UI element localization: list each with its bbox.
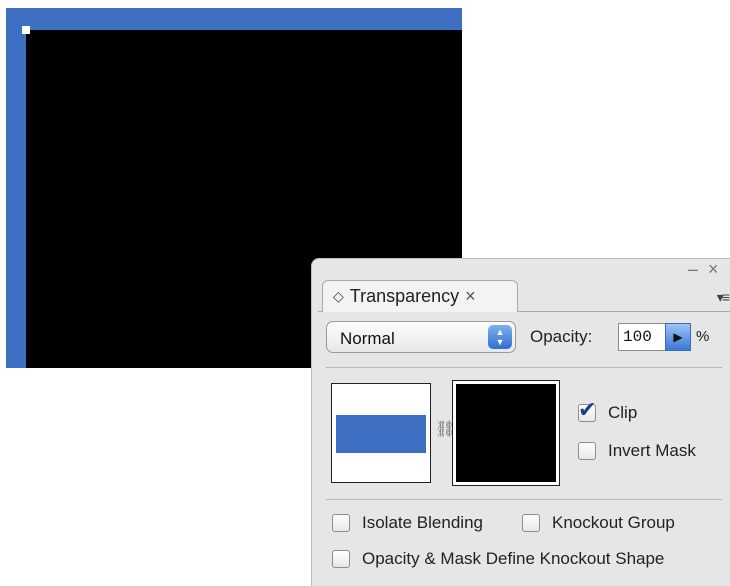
play-arrow-icon: ▶ [673, 330, 683, 344]
invert-mask-label: Invert Mask [608, 441, 696, 460]
invert-mask-row[interactable]: Invert Mask [578, 441, 696, 461]
clip-row[interactable]: Clip [578, 397, 638, 423]
panel-menu-icon[interactable]: ▾≡ [717, 289, 730, 306]
knockout-group-label: Knockout Group [552, 513, 675, 532]
knockout-group-checkbox[interactable] [522, 514, 540, 532]
panel-window-controls: – × [688, 259, 728, 279]
object-thumbnail[interactable] [331, 383, 431, 483]
opacity-input[interactable]: 100 [618, 323, 666, 351]
blend-mode-value: Normal [340, 329, 395, 348]
clip-label: Clip [608, 403, 638, 422]
clip-checkbox[interactable] [578, 397, 596, 423]
transparency-panel: – × ◇ Transparency × ▾≡ Normal ▲ ▼ Opacit… [311, 258, 730, 586]
blend-mode-select[interactable]: Normal ▲ ▼ [326, 321, 516, 353]
opacity-mask-knockout-label: Opacity & Mask Define Knockout Shape [362, 549, 665, 568]
opacity-label: Opacity: [530, 327, 593, 346]
isolate-blending-checkbox[interactable] [332, 514, 350, 532]
collapse-arrows-icon[interactable]: ◇ [333, 288, 344, 305]
chevron-up-down-icon[interactable]: ▲ ▼ [488, 325, 512, 349]
divider [326, 367, 722, 368]
object-thumbnail-art [336, 415, 426, 453]
knockout-group-row[interactable]: Knockout Group [522, 513, 675, 533]
mask-thumbnail[interactable] [452, 380, 560, 486]
opacity-mask-knockout-row[interactable]: Opacity & Mask Define Knockout Shape [332, 549, 664, 569]
isolate-blending-label: Isolate Blending [362, 513, 483, 532]
invert-mask-checkbox[interactable] [578, 442, 596, 460]
opacity-slider-button[interactable]: ▶ [665, 323, 691, 351]
divider [326, 499, 722, 500]
tab-transparency[interactable]: ◇ Transparency × [322, 280, 518, 312]
opacity-mask-knockout-checkbox[interactable] [332, 550, 350, 568]
tab-title: Transparency [349, 286, 460, 306]
panel-tab-strip: ◇ Transparency × ▾≡ [318, 277, 730, 312]
link-icon[interactable]: ⛓ [435, 419, 455, 445]
opacity-unit: % [696, 328, 710, 345]
close-icon[interactable]: × [465, 286, 476, 307]
isolate-blending-row[interactable]: Isolate Blending [332, 513, 483, 533]
selection-anchor-handle[interactable] [22, 26, 30, 34]
